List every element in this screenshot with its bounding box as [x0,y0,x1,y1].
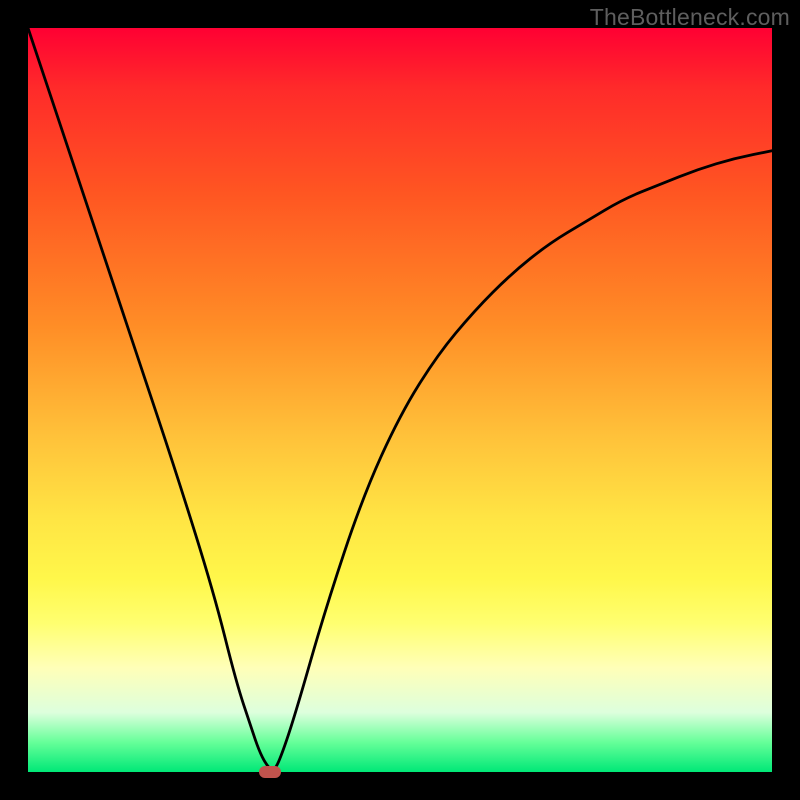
chart-frame: TheBottleneck.com [0,0,800,800]
watermark-text: TheBottleneck.com [590,4,790,31]
balance-marker-icon [259,766,281,778]
plot-area [28,28,772,772]
bottleneck-curve [28,28,772,772]
